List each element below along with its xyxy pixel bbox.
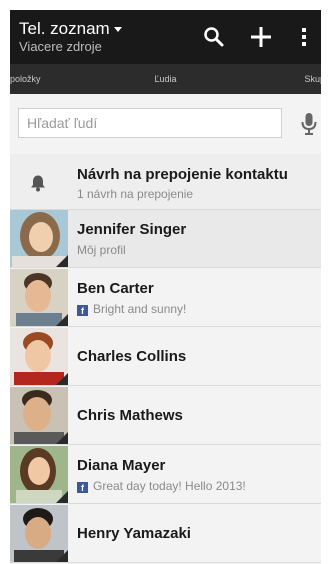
contact-name: Diana Mayer xyxy=(77,457,166,474)
contacts-screen: Tel. zoznam Viacere zdroje položky Ľudia… xyxy=(10,10,321,564)
overflow-menu-icon[interactable] xyxy=(298,24,310,50)
contact-row[interactable]: Chris Mathews xyxy=(10,387,321,445)
app-subtitle: Viacere zdroje xyxy=(19,39,102,54)
source-selector[interactable]: Tel. zoznam Viacere zdroje xyxy=(19,20,122,54)
contact-name: Charles Collins xyxy=(77,348,187,365)
search-input[interactable] xyxy=(19,109,277,137)
facebook-icon: f xyxy=(77,305,88,316)
contact-status: Bright and sunny! xyxy=(93,302,187,316)
suggestion-subtitle: 1 návrh na prepojenie xyxy=(77,187,194,201)
contact-photo xyxy=(10,446,68,503)
dropdown-caret-icon xyxy=(113,27,122,33)
suggestion-title: Návrh na prepojenie kontaktu xyxy=(77,166,288,183)
action-bar: Tel. zoznam Viacere zdroje xyxy=(10,10,321,64)
tab-strip: položky Ľudia Skupi xyxy=(10,64,321,94)
contact-photo xyxy=(10,210,68,267)
contact-row[interactable]: Jennifer Singer Môj profil xyxy=(10,210,321,268)
contact-status: Môj profil xyxy=(77,243,126,257)
search-icon[interactable] xyxy=(201,24,227,50)
contact-photo xyxy=(10,387,68,444)
contact-photo xyxy=(10,269,68,326)
contact-name: Chris Mathews xyxy=(77,407,183,424)
facebook-icon: f xyxy=(77,482,88,493)
microphone-icon[interactable] xyxy=(300,112,318,136)
contact-row[interactable]: Charles Collins xyxy=(10,328,321,386)
contact-row[interactable]: Diana Mayer f Great day today! Hello 2013… xyxy=(10,446,321,504)
contact-name: Jennifer Singer xyxy=(77,221,187,238)
contact-photo xyxy=(10,328,68,385)
contact-status-line: f Bright and sunny! xyxy=(77,302,186,316)
search-bar xyxy=(10,94,321,155)
contact-row[interactable]: Ben Carter f Bright and sunny! xyxy=(10,269,321,327)
tab-people[interactable]: Ľudia xyxy=(10,74,321,84)
contact-status: Great day today! Hello 2013! xyxy=(93,479,246,493)
add-icon[interactable] xyxy=(248,24,274,50)
app-title: Tel. zoznam xyxy=(19,20,122,38)
link-suggestion-row[interactable]: Návrh na prepojenie kontaktu 1 návrh na … xyxy=(10,154,321,210)
tab-groups[interactable]: Skupi xyxy=(304,74,321,84)
bell-icon xyxy=(31,175,45,192)
contact-name: Henry Yamazaki xyxy=(77,525,191,542)
search-box xyxy=(18,108,282,138)
contact-name: Ben Carter xyxy=(77,280,154,297)
contact-row[interactable]: Henry Yamazaki xyxy=(10,505,321,563)
contact-photo xyxy=(10,505,68,562)
contact-status-line: f Great day today! Hello 2013! xyxy=(77,479,246,493)
